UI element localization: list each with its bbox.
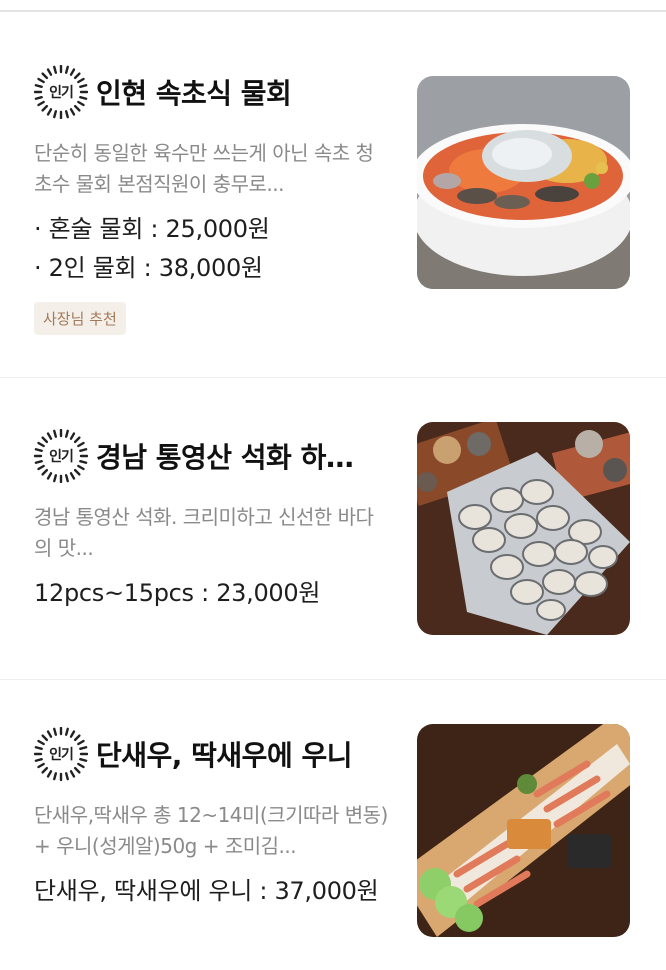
- menu-item-photo-shrimp[interactable]: [417, 724, 630, 937]
- menu-item-text: 인기 인현 속초식 물회 단순히 동일한 육수만 쓰는게 아닌 속초 청초수 물…: [34, 64, 394, 335]
- title-row: 인기 경남 통영산 석화 하…: [34, 428, 394, 484]
- popular-badge-label: 인기: [49, 747, 74, 763]
- popular-badge-icon: 인기: [34, 65, 88, 119]
- menu-item[interactable]: 인기 경남 통영산 석화 하… 경남 통영산 석화. 크리미하고 신선한 바다의…: [0, 378, 666, 680]
- menu-item-description: 단순히 동일한 육수만 쓰는게 아닌 속초 청초수 물회 본점직원이 충무로..…: [34, 141, 374, 196]
- popular-badge-label: 인기: [49, 449, 74, 465]
- menu-item-text: 인기 단새우, 딱새우에 우니 단새우,딱새우 총 12~14미(크기따라 변동…: [34, 726, 394, 911]
- title-row: 인기 인현 속초식 물회: [34, 64, 394, 120]
- price-line: · 혼술 물회 : 25,000원: [34, 215, 270, 243]
- popular-badge-icon: 인기: [34, 727, 88, 781]
- top-divider: [0, 0, 666, 12]
- menu-item[interactable]: 인기 단새우, 딱새우에 우니 단새우,딱새우 총 12~14미(크기따라 변동…: [0, 680, 666, 968]
- popular-badge-icon: 인기: [34, 429, 88, 483]
- menu-item-prices: · 혼술 물회 : 25,000원 · 2인 물회 : 38,000원: [34, 210, 394, 288]
- menu-list: 인기 인현 속초식 물회 단순히 동일한 육수만 쓰는게 아닌 속초 청초수 물…: [0, 12, 666, 968]
- menu-item-prices: 단새우, 딱새우에 우니 : 37,000원: [34, 872, 394, 911]
- menu-item-prices: 12pcs~15pcs : 23,000원: [34, 574, 394, 613]
- price-line: 12pcs~15pcs : 23,000원: [34, 579, 321, 607]
- menu-item-title: 경남 통영산 석화 하…: [96, 441, 354, 474]
- price-line: 단새우, 딱새우에 우니 : 37,000원: [34, 877, 379, 905]
- menu-item-text: 인기 경남 통영산 석화 하… 경남 통영산 석화. 크리미하고 신선한 바다의…: [34, 428, 394, 613]
- menu-item[interactable]: 인기 인현 속초식 물회 단순히 동일한 육수만 쓰는게 아닌 속초 청초수 물…: [0, 12, 666, 378]
- menu-item-photo-mulhoe[interactable]: [417, 76, 630, 289]
- popular-badge-label: 인기: [49, 85, 74, 101]
- menu-item-title: 단새우, 딱새우에 우니: [96, 739, 352, 772]
- price-line: · 2인 물회 : 38,000원: [34, 254, 263, 282]
- menu-item-description: 경남 통영산 석화. 크리미하고 신선한 바다의 맛...: [34, 505, 374, 560]
- title-row: 인기 단새우, 딱새우에 우니: [34, 726, 394, 782]
- menu-item-title: 인현 속초식 물회: [96, 77, 292, 110]
- menu-item-description: 단새우,딱새우 총 12~14미(크기따라 변동) + 우니(성게알)50g +…: [34, 803, 388, 858]
- menu-item-photo-oysters[interactable]: [417, 422, 630, 635]
- owner-recommend-tag: 사장님 추천: [34, 302, 126, 335]
